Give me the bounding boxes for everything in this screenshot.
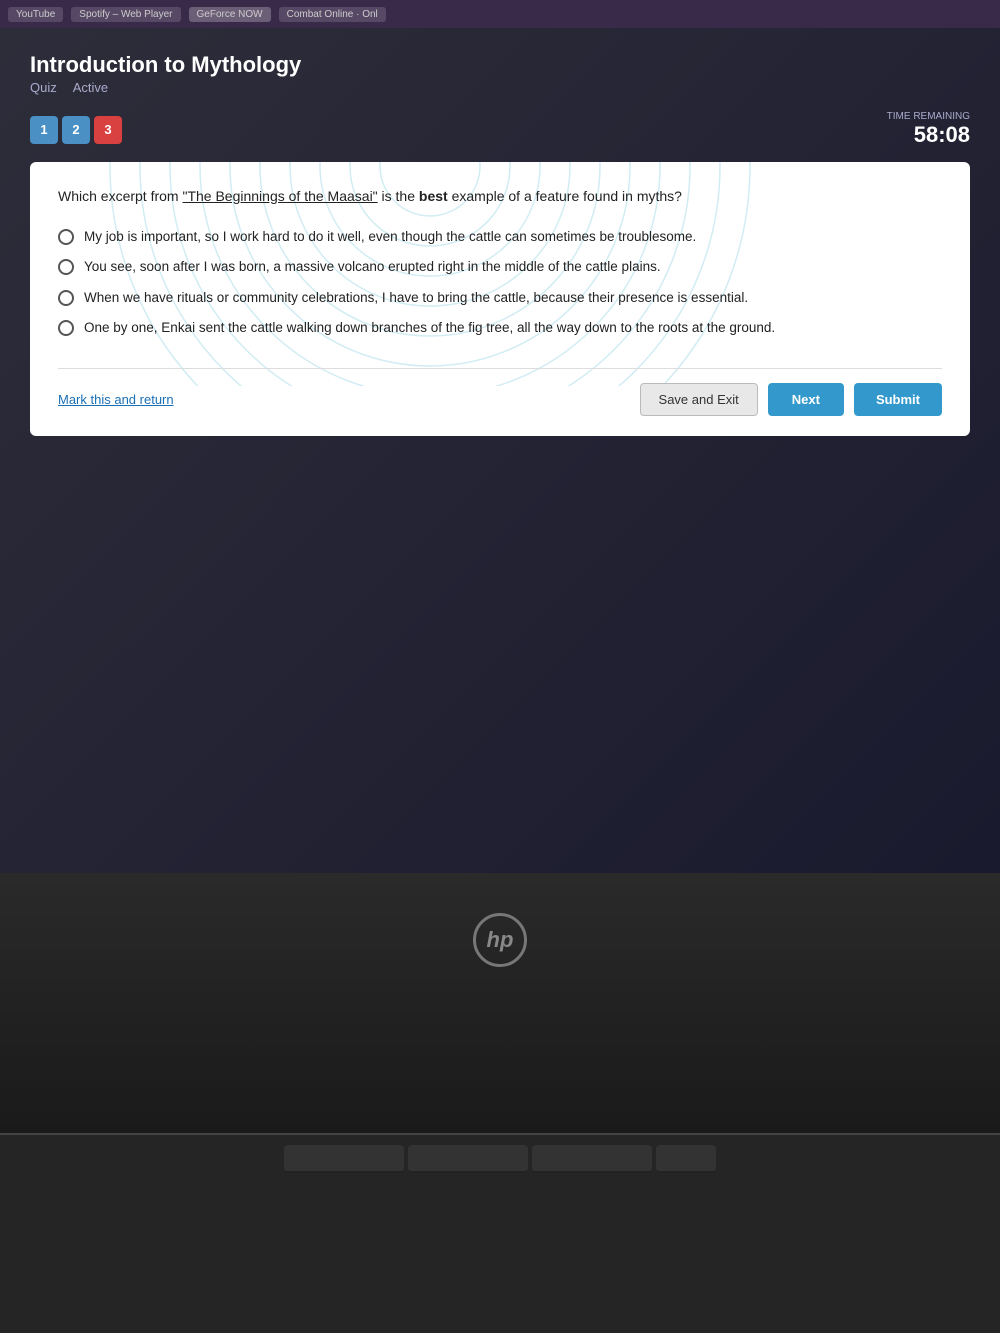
submit-button[interactable]: Submit	[854, 383, 942, 416]
answer-option-c[interactable]: When we have rituals or community celebr…	[58, 288, 942, 308]
key-misc	[656, 1145, 716, 1173]
tab-geforce[interactable]: GeForce NOW	[189, 7, 271, 22]
keyboard-area	[0, 1133, 1000, 1333]
answer-text-a: My job is important, so I work hard to d…	[84, 227, 696, 247]
save-exit-button[interactable]: Save and Exit	[640, 383, 758, 416]
answer-option-a[interactable]: My job is important, so I work hard to d…	[58, 227, 942, 247]
question-num-3[interactable]: 3	[94, 116, 122, 144]
card-footer: Mark this and return Save and Exit Next …	[58, 368, 942, 416]
timer-box: TIME REMAINING 58:08	[887, 111, 970, 148]
browser-bar: YouTube Spotify – Web Player GeForce NOW…	[0, 0, 1000, 28]
question-end: example of a feature found in myths?	[448, 188, 682, 204]
next-button[interactable]: Next	[768, 383, 844, 416]
radio-d[interactable]	[58, 320, 74, 336]
tab-combat[interactable]: Combat Online · Onl	[279, 7, 386, 22]
key-spacebar-3	[532, 1145, 652, 1173]
status-badge: Active	[73, 80, 108, 95]
quiz-card: Which excerpt from "The Beginnings of th…	[30, 162, 970, 436]
question-num-1[interactable]: 1	[30, 116, 58, 144]
question-text: Which excerpt from "The Beginnings of th…	[58, 186, 942, 207]
answer-option-d[interactable]: One by one, Enkai sent the cattle walkin…	[58, 318, 942, 338]
timer-value: 58:08	[887, 122, 970, 148]
quiz-label: Quiz	[30, 80, 57, 95]
hp-logo-circle: hp	[473, 913, 527, 967]
footer-buttons: Save and Exit Next Submit	[640, 383, 942, 416]
radio-b[interactable]	[58, 259, 74, 275]
answer-text-c: When we have rituals or community celebr…	[84, 288, 748, 308]
radio-a[interactable]	[58, 229, 74, 245]
page-subtitle: Quiz Active	[30, 80, 970, 95]
hp-logo: hp	[473, 913, 527, 967]
key-group-1	[284, 1145, 716, 1173]
timer-label: TIME REMAINING	[887, 111, 970, 122]
laptop-bottom: hp	[0, 873, 1000, 1133]
tab-spotify[interactable]: Spotify – Web Player	[71, 7, 180, 22]
mark-return-link[interactable]: Mark this and return	[58, 392, 174, 407]
question-numbers: 1 2 3	[30, 116, 122, 144]
page-title: Introduction to Mythology	[30, 52, 970, 78]
key-spacebar-2	[408, 1145, 528, 1173]
screen-area: Introduction to Mythology Quiz Active 1 …	[0, 28, 1000, 873]
key-spacebar	[284, 1145, 404, 1173]
tab-youtube[interactable]: YouTube	[8, 7, 63, 22]
answer-option-b[interactable]: You see, soon after I was born, a massiv…	[58, 257, 942, 277]
question-num-2[interactable]: 2	[62, 116, 90, 144]
question-emphasis: best	[419, 188, 448, 204]
radio-c[interactable]	[58, 290, 74, 306]
answer-options: My job is important, so I work hard to d…	[58, 227, 942, 338]
question-post: is the	[378, 188, 419, 204]
answer-text-b: You see, soon after I was born, a massiv…	[84, 257, 661, 277]
question-pre: Which excerpt from	[58, 188, 182, 204]
question-source: "The Beginnings of the Maasai"	[182, 188, 377, 204]
answer-text-d: One by one, Enkai sent the cattle walkin…	[84, 318, 775, 338]
nav-row: 1 2 3 TIME REMAINING 58:08	[30, 111, 970, 148]
